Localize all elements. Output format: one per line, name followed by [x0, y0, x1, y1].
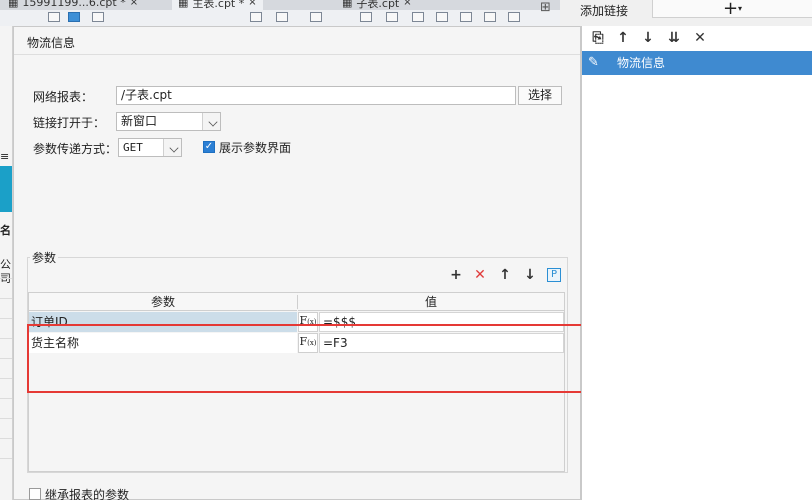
show-params-checkbox[interactable]: ✓	[203, 141, 215, 153]
column-header-value: 值	[298, 293, 564, 311]
link-panel-title: 添加链接	[580, 4, 629, 18]
show-params-label: 展示参数界面	[219, 141, 292, 155]
chevron-down-icon: ▾	[738, 4, 743, 13]
inherit-params-checkbox[interactable]	[29, 488, 41, 500]
row-line	[0, 338, 12, 339]
tab-label: 主表.cpt *	[192, 0, 245, 10]
editor-tab-bar: ▦ 15991199...6.cpt * × ▦ 主表.cpt * × ▦ 子表…	[0, 0, 560, 10]
annotation-highlight	[27, 324, 585, 393]
params-group-label: 参数	[30, 249, 59, 266]
image-icon[interactable]	[436, 12, 448, 22]
tab-sub-report[interactable]: ▦ 子表.cpt ×	[336, 0, 418, 10]
param-method-label: 参数传递方式：	[33, 142, 118, 156]
formula-icon[interactable]	[386, 12, 398, 22]
row-line	[0, 278, 12, 279]
cell-text: 名	[0, 224, 11, 237]
row-line	[0, 358, 12, 359]
arrow-down-icon[interactable]: ↓	[522, 267, 538, 283]
param-method-value: GET	[123, 141, 143, 154]
tab-report-1[interactable]: ▦ 15991199...6.cpt * ×	[2, 0, 144, 10]
open-in-select[interactable]: 新窗口	[116, 112, 221, 131]
divider	[14, 54, 580, 55]
close-icon[interactable]: ×	[130, 0, 138, 8]
layout-grid-icon[interactable]: ⊞	[540, 0, 560, 16]
param-method-select[interactable]: GET	[118, 138, 182, 157]
report-icon: ▦	[178, 0, 189, 9]
sheet-left-strip: ≡ 名 公司	[0, 26, 13, 500]
copy-icon[interactable]: ⎘	[590, 30, 606, 46]
row-line	[0, 318, 12, 319]
open-in-label: 链接打开于：	[33, 116, 106, 130]
row-line	[0, 298, 12, 299]
column-header-param: 参数	[29, 293, 297, 311]
link-panel: ⎘ ↑ ↓ ⇊ ✕ ✎ 物流信息	[581, 26, 812, 500]
pencil-icon: ✎	[588, 55, 599, 70]
delete-icon[interactable]: ✕	[472, 267, 488, 283]
editor-toolbar	[0, 10, 560, 26]
hyperlink-dialog: 物流信息 网络报表： /子表.cpt 选择 链接打开于： 新窗口 参数传递方式：…	[13, 26, 581, 500]
row-line	[0, 398, 12, 399]
close-icon[interactable]: ×	[403, 0, 411, 8]
align-center-icon[interactable]	[68, 12, 80, 22]
more-icon[interactable]	[508, 12, 520, 22]
align-right-icon[interactable]	[92, 12, 104, 22]
param-p-icon[interactable]: P	[547, 268, 561, 282]
arrow-up-icon[interactable]: ↑	[615, 30, 631, 46]
row-line	[0, 418, 12, 419]
sheet-mark: ≡	[0, 150, 10, 163]
tab-main-report[interactable]: ▦ 主表.cpt * ×	[172, 0, 263, 10]
row-line	[0, 378, 12, 379]
selected-column-header	[0, 166, 12, 212]
link-item-label: 物流信息	[617, 56, 666, 70]
report-icon: ▦	[342, 0, 353, 9]
cell-text: 公司	[0, 258, 11, 285]
chart-icon[interactable]	[412, 12, 424, 22]
tab-label: 子表.cpt	[356, 0, 400, 10]
add-link-button[interactable]: +▾	[652, 0, 812, 18]
link-list-item[interactable]: ✎ 物流信息	[582, 51, 812, 75]
list-icon[interactable]	[360, 12, 372, 22]
tab-label: 15991199...6.cpt *	[22, 0, 126, 9]
grid-icon[interactable]	[484, 12, 496, 22]
table-icon[interactable]	[276, 12, 288, 22]
close-icon[interactable]: ×	[248, 0, 256, 8]
inherit-params-label: 继承报表的参数	[45, 488, 130, 500]
move-bottom-icon[interactable]: ⇊	[666, 30, 682, 46]
add-icon[interactable]: +	[448, 267, 464, 283]
open-in-value: 新窗口	[121, 114, 158, 128]
minus-icon[interactable]	[310, 12, 322, 22]
pointer-icon[interactable]	[460, 12, 472, 22]
chevron-down-icon	[202, 113, 220, 130]
row-line	[0, 458, 12, 459]
plus-icon: +	[722, 0, 739, 19]
row-line	[0, 438, 12, 439]
report-label: 网络报表：	[33, 90, 94, 104]
arrow-down-icon[interactable]: ↓	[640, 30, 656, 46]
align-left-icon[interactable]	[48, 12, 60, 22]
select-button[interactable]: 选择	[518, 86, 562, 105]
chevron-down-icon	[163, 139, 181, 156]
report-path-field[interactable]: /子表.cpt	[116, 86, 516, 105]
dialog-title: 物流信息	[27, 36, 76, 50]
arrow-up-icon[interactable]: ↑	[497, 267, 513, 283]
delete-icon[interactable]: ✕	[692, 30, 708, 46]
report-icon: ▦	[8, 0, 19, 9]
border-icon[interactable]	[250, 12, 262, 22]
